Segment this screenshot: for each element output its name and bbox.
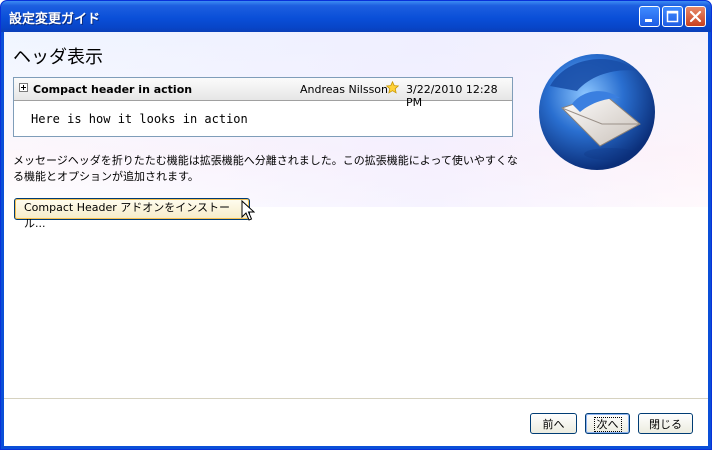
wizard-client-area: ヘッダ表示 Compact header in action Andreas N… (4, 32, 708, 446)
page-description: メッセージヘッダを折りたたむ機能は拡張機能へ分離されました。この拡張機能によって… (13, 154, 518, 183)
thunderbird-logo (539, 54, 655, 170)
back-button[interactable]: 前へ (530, 413, 577, 434)
star-icon (386, 81, 399, 94)
minimize-button[interactable] (639, 6, 660, 27)
close-button[interactable]: 閉じる (638, 413, 693, 434)
minimize-icon (645, 19, 652, 22)
install-addon-button[interactable]: Compact Header アドオンをインストール... (14, 198, 250, 230)
close-window-button[interactable] (685, 6, 706, 27)
mouse-cursor-icon (241, 200, 255, 221)
window-title: 設定変更ガイド (9, 12, 101, 27)
footer-divider (4, 398, 708, 399)
title-bar[interactable]: 設定変更ガイド (1, 1, 711, 32)
header-preview: Compact header in action Andreas Nilsson… (13, 77, 513, 137)
preview-date: 3/22/2010 12:28 PM (406, 83, 498, 109)
expand-icon (19, 83, 28, 92)
preview-body: Here is how it looks in action (31, 112, 248, 126)
page-heading: ヘッダ表示 (13, 47, 103, 68)
maximize-icon (666, 10, 679, 23)
preview-from: Andreas Nilsson (300, 83, 388, 96)
preview-header-bar: Compact header in action Andreas Nilsson… (14, 78, 512, 109)
preview-subject: Compact header in action (33, 83, 193, 96)
maximize-button[interactable] (662, 6, 683, 27)
close-icon (689, 10, 702, 23)
next-button-label: 次へ (593, 416, 622, 432)
next-button[interactable]: 次へ (585, 413, 630, 434)
wizard-window: 設定変更ガイド ヘッダ表示 Compact header in action A… (0, 0, 712, 450)
